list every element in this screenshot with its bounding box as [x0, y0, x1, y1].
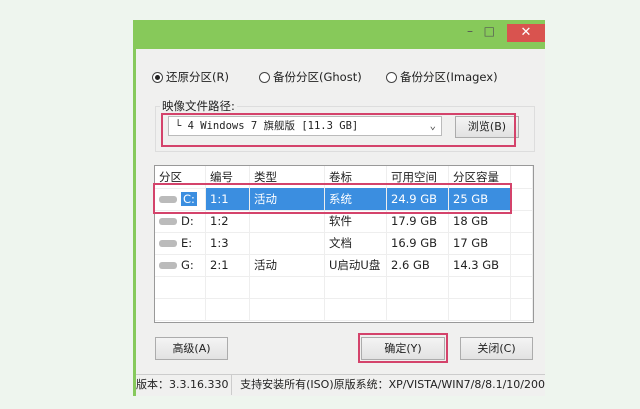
radio-circle-icon: [259, 71, 270, 83]
table-cell: [250, 298, 325, 320]
maximize-button[interactable]: □: [484, 24, 495, 40]
advanced-button[interactable]: 高级(A): [155, 337, 228, 360]
image-path-label: 映像文件路径:: [160, 98, 237, 114]
cell-text: 2.6 GB: [391, 258, 430, 272]
cell-text: 2:1: [210, 258, 229, 272]
table-cell: [511, 232, 533, 254]
cell-text: 活动: [254, 258, 277, 272]
table-cell: [155, 276, 206, 298]
radio-circle-icon: [386, 71, 397, 83]
radio-backup-imagex[interactable]: 备份分区(Imagex): [386, 69, 498, 85]
table-cell: [387, 298, 449, 320]
radio-backup-ghost[interactable]: 备份分区(Ghost): [259, 69, 362, 85]
table-cell: U启动U盘: [325, 254, 387, 276]
close-button[interactable]: ✕: [507, 24, 545, 42]
table-cell: [511, 298, 533, 320]
table-cell: 2:1: [206, 254, 250, 276]
column-header[interactable]: [511, 166, 533, 188]
table-cell: [511, 276, 533, 298]
table-cell: [325, 298, 387, 320]
table-cell: 活动: [250, 254, 325, 276]
radio-dot-icon: [152, 71, 163, 83]
cell-text: E:: [181, 236, 193, 250]
table-cell: [387, 276, 449, 298]
cell-text: U启动U盘: [329, 258, 381, 272]
table-cell: [511, 254, 533, 276]
table-row[interactable]: G: 2:1 活动 U启动U盘 2.6 GB 14.3 GB: [155, 254, 533, 277]
cell-text: D:: [181, 214, 194, 228]
table-cell: [449, 276, 511, 298]
cell-text: 18 GB: [453, 214, 489, 228]
status-bar: 版本：3.3.16.330 支持安装所有(ISO)原版系统：XP/VISTA/W…: [136, 374, 545, 395]
support-text: 支持安装所有(ISO)原版系统：XP/VISTA/WIN7/8/8.1/10/2…: [240, 378, 545, 391]
cell-text: 16.9 GB: [391, 236, 438, 250]
minimize-button[interactable]: –: [467, 24, 473, 40]
cell-text: 1:3: [210, 236, 229, 250]
cell-text: 软件: [329, 214, 352, 228]
cell-text: G:: [181, 258, 194, 272]
table-cell: [250, 276, 325, 298]
highlight-box: [153, 183, 512, 214]
cell-text: 1:2: [210, 214, 229, 228]
cell-text: 文档: [329, 236, 352, 250]
empty-row: [155, 276, 533, 299]
table-cell: [206, 298, 250, 320]
table-cell: 16.9 GB: [387, 232, 449, 254]
highlight-box: [358, 333, 448, 363]
table-cell: 1:3: [206, 232, 250, 254]
table-cell: [206, 276, 250, 298]
close-dialog-button[interactable]: 关闭(C): [460, 337, 533, 360]
installer-window: – □ ✕ 还原分区(R) 备份分区(Ghost) 备份分区(Imagex) 映…: [133, 20, 545, 396]
radio-label: 备份分区(Imagex): [400, 70, 498, 84]
cell-text: 14.3 GB: [453, 258, 500, 272]
radio-restore[interactable]: 还原分区(R): [152, 69, 229, 85]
version-text: 版本：3.3.16.330: [136, 375, 233, 395]
title-bar: – □ ✕: [133, 20, 545, 49]
cell-text: 17.9 GB: [391, 214, 438, 228]
empty-row: [155, 298, 533, 321]
table-cell: 14.3 GB: [449, 254, 511, 276]
table-cell: 2.6 GB: [387, 254, 449, 276]
table-cell: [325, 276, 387, 298]
table-cell: [511, 188, 533, 210]
table-cell: 17 GB: [449, 232, 511, 254]
table-cell: [511, 210, 533, 232]
drive-icon: [159, 218, 177, 225]
table-cell: E:: [155, 232, 206, 254]
table-row[interactable]: E: 1:3 文档 16.9 GB 17 GB: [155, 232, 533, 255]
table-cell: [449, 298, 511, 320]
drive-icon: [159, 240, 177, 247]
table-cell: G:: [155, 254, 206, 276]
highlight-box: [161, 113, 516, 147]
table-cell: 文档: [325, 232, 387, 254]
table-cell: [155, 298, 206, 320]
radio-label: 还原分区(R): [166, 70, 229, 84]
cell-text: 17 GB: [453, 236, 489, 250]
table-cell: [250, 232, 325, 254]
radio-label: 备份分区(Ghost): [273, 70, 362, 84]
drive-icon: [159, 262, 177, 269]
